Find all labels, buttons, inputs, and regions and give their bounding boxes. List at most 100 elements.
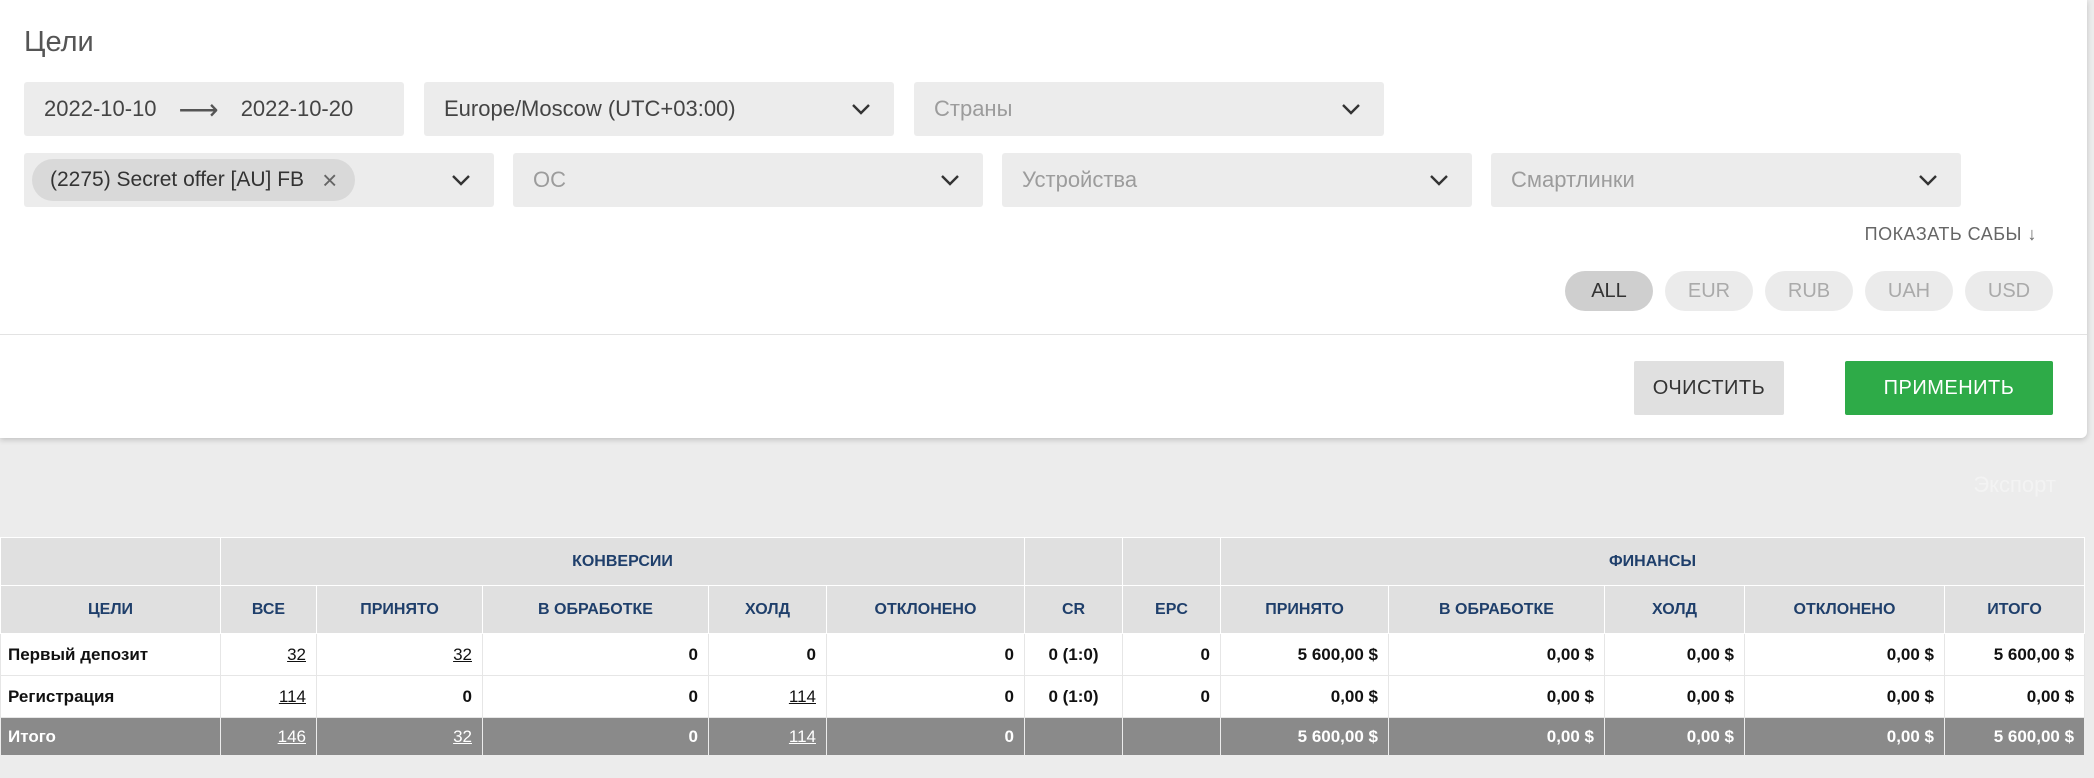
total-all-link[interactable]: 146 (278, 727, 306, 746)
col-epc[interactable]: EPC (1122, 585, 1221, 634)
total-processing: 0 (482, 717, 709, 756)
export-button[interactable]: Экспорт (1973, 472, 2056, 498)
offer-chip-label: (2275) Secret offer [AU] FB (50, 168, 305, 191)
cr-value: 0 (1:0) (1024, 675, 1123, 718)
date-from: 2022-10-10 (44, 96, 157, 121)
currency-pill-uah[interactable]: UAH (1865, 271, 1953, 311)
cr-value: 0 (1:0) (1024, 633, 1123, 676)
group-finance: ФИНАНСЫ (1219, 537, 2086, 586)
smartlinks-placeholder: Смартлинки (1511, 167, 1635, 192)
smartlinks-select[interactable]: Смартлинки (1491, 153, 1961, 207)
chevron-down-icon (1342, 104, 1360, 115)
group-conversions: КОНВЕРСИИ (220, 537, 1025, 586)
date-range-picker[interactable]: 2022-10-10 ⟶ 2022-10-20 (24, 82, 404, 136)
col-rejected[interactable]: ОТКЛОНЕНО (826, 585, 1025, 634)
hold-link[interactable]: 114 (789, 687, 816, 706)
fin-accepted-value: 0,00 $ (1220, 675, 1389, 718)
processing-value: 0 (482, 675, 709, 718)
all-link[interactable]: 114 (279, 687, 306, 706)
currency-pill-eur[interactable]: EUR (1665, 271, 1753, 311)
currency-filter: ALL EUR RUB UAH USD (1565, 271, 2053, 311)
col-hold[interactable]: ХОЛД (708, 585, 827, 634)
close-icon[interactable]: × (322, 167, 337, 193)
goal-name: Регистрация (0, 675, 221, 718)
chevron-down-icon (1919, 175, 1937, 186)
devices-placeholder: Устройства (1022, 167, 1138, 192)
col-fin-processing[interactable]: В ОБРАБОТКЕ (1388, 585, 1605, 634)
total-fin-accepted: 5 600,00 $ (1220, 717, 1389, 756)
os-placeholder: ОС (533, 167, 566, 192)
page-title: Цели (24, 26, 94, 58)
table-row: Первый депозит 32 32 0 0 0 0 (1:0) 0 5 6… (0, 633, 2086, 676)
group-empty (1024, 537, 1123, 586)
fin-processing-value: 0,00 $ (1388, 633, 1605, 676)
fin-processing-value: 0,00 $ (1388, 675, 1605, 718)
accepted-link[interactable]: 32 (453, 645, 472, 664)
col-fin-accepted[interactable]: ПРИНЯТО (1220, 585, 1389, 634)
hold-value: 0 (708, 633, 827, 676)
col-accepted[interactable]: ПРИНЯТО (316, 585, 483, 634)
date-to: 2022-10-20 (240, 96, 354, 121)
epc-value: 0 (1122, 633, 1221, 676)
offer-chip: (2275) Secret offer [AU] FB × (32, 159, 356, 201)
table-row: Регистрация 114 0 0 114 0 0 (1:0) 0 0,00… (0, 675, 2086, 718)
devices-select[interactable]: Устройства (1002, 153, 1472, 207)
table-header: ЦЕЛИ ВСЕ ПРИНЯТО В ОБРАБОТКЕ ХОЛД ОТКЛОН… (0, 585, 2086, 634)
processing-value: 0 (482, 633, 709, 676)
fin-hold-value: 0,00 $ (1604, 633, 1745, 676)
fin-total-value: 0,00 $ (1943, 675, 2086, 718)
epc-value: 0 (1122, 675, 1221, 718)
col-fin-hold[interactable]: ХОЛД (1604, 585, 1745, 634)
os-select[interactable]: ОС (513, 153, 983, 207)
col-cr[interactable]: CR (1024, 585, 1123, 634)
arrow-right-icon: ⟶ (178, 93, 219, 125)
fin-total-value: 5 600,00 $ (1943, 633, 2086, 676)
total-label: Итого (0, 717, 221, 756)
timezone-value: Europe/Moscow (UTC+03:00) (444, 96, 736, 121)
currency-pill-usd[interactable]: USD (1965, 271, 2053, 311)
clear-button[interactable]: ОЧИСТИТЬ (1634, 361, 1784, 415)
total-hold-link[interactable]: 114 (789, 727, 816, 746)
group-empty (1122, 537, 1221, 586)
total-accepted-link[interactable]: 32 (453, 727, 472, 746)
currency-pill-rub[interactable]: RUB (1765, 271, 1853, 311)
total-fin-total: 5 600,00 $ (1943, 717, 2086, 756)
fin-rejected-value: 0,00 $ (1744, 633, 1945, 676)
countries-select[interactable]: Страны (914, 82, 1384, 136)
fin-rejected-value: 0,00 $ (1744, 675, 1945, 718)
rejected-value: 0 (826, 633, 1025, 676)
show-subs-link[interactable]: ПОКАЗАТЬ САБЫ ↓ (1865, 224, 2037, 245)
chevron-down-icon (852, 104, 870, 115)
goal-name: Первый депозит (0, 633, 221, 676)
chevron-down-icon (1430, 175, 1448, 186)
total-rejected: 0 (826, 717, 1025, 756)
all-link[interactable]: 32 (287, 645, 306, 664)
total-fin-processing: 0,00 $ (1388, 717, 1605, 756)
apply-button[interactable]: ПРИМЕНИТЬ (1845, 361, 2053, 415)
countries-placeholder: Страны (934, 96, 1013, 121)
col-processing[interactable]: В ОБРАБОТКЕ (482, 585, 709, 634)
group-empty (0, 537, 221, 586)
col-fin-rejected[interactable]: ОТКЛОНЕНО (1744, 585, 1945, 634)
fin-accepted-value: 5 600,00 $ (1220, 633, 1389, 676)
col-goals[interactable]: ЦЕЛИ (0, 585, 221, 634)
total-fin-hold: 0,00 $ (1604, 717, 1745, 756)
chevron-down-icon (452, 175, 470, 186)
timezone-select[interactable]: Europe/Moscow (UTC+03:00) (424, 82, 894, 136)
col-fin-total[interactable]: ИТОГО (1943, 585, 2086, 634)
fin-hold-value: 0,00 $ (1604, 675, 1745, 718)
table-total-row: Итого 146 32 0 114 0 5 600,00 $ 0,00 $ 0… (0, 717, 2086, 756)
col-all[interactable]: ВСЕ (220, 585, 317, 634)
rejected-value: 0 (826, 675, 1025, 718)
chevron-down-icon (941, 175, 959, 186)
divider (0, 334, 2087, 335)
goals-table: КОНВЕРСИИ ФИНАНСЫ ЦЕЛИ ВСЕ ПРИНЯТО В ОБР… (0, 537, 2086, 756)
total-cr (1024, 717, 1123, 756)
total-epc (1122, 717, 1221, 756)
table-group-header: КОНВЕРСИИ ФИНАНСЫ (0, 537, 2086, 586)
offer-select[interactable]: (2275) Secret offer [AU] FB × (24, 153, 494, 207)
filter-panel: Цели 2022-10-10 ⟶ 2022-10-20 Europe/Mosc… (0, 0, 2087, 438)
total-fin-rejected: 0,00 $ (1744, 717, 1945, 756)
currency-pill-all[interactable]: ALL (1565, 271, 1653, 311)
accepted-value: 0 (316, 675, 483, 718)
